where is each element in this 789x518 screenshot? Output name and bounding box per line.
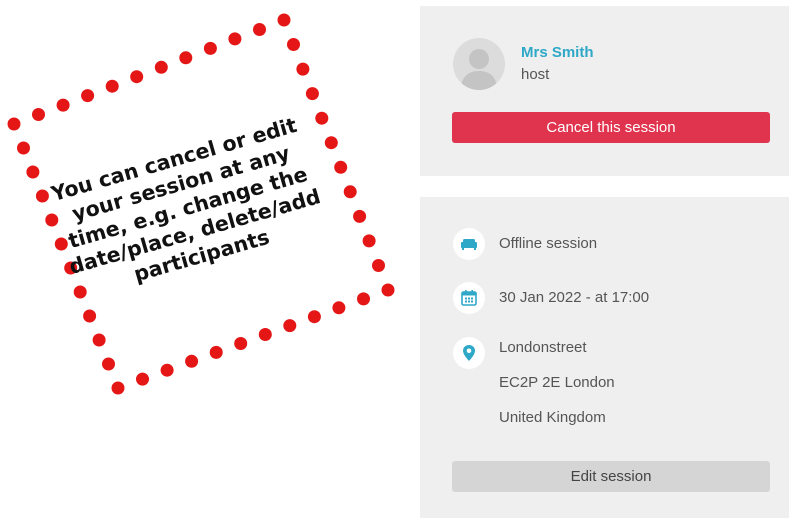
border-dot [332, 301, 346, 315]
border-dot [209, 345, 223, 359]
border-dot [234, 337, 248, 350]
border-dot [287, 38, 300, 51]
border-dot [203, 41, 217, 55]
session-details-card: Offline session 30 Jan 2022 - at 17:00 L… [420, 197, 789, 518]
host-role: host [521, 66, 550, 83]
border-dot [305, 87, 319, 101]
border-dot [56, 98, 70, 112]
host-name[interactable]: Mrs Smith [521, 44, 594, 61]
cancel-session-button[interactable]: Cancel this session [452, 112, 770, 143]
border-dot [372, 259, 385, 272]
annotation-callout: You can cancel or edit your session at a… [0, 0, 410, 410]
edit-session-button[interactable]: Edit session [452, 461, 770, 492]
border-dot [357, 292, 370, 306]
map-pin-icon [453, 337, 485, 369]
border-dot [160, 363, 174, 377]
border-dot [185, 354, 199, 368]
address-city: EC2P 2E London [499, 374, 615, 391]
address-street: Londonstreet [499, 339, 587, 356]
calendar-icon [453, 282, 485, 314]
border-dot [353, 209, 367, 223]
border-dot [315, 111, 329, 125]
border-dot [154, 60, 168, 74]
border-dot [334, 160, 348, 174]
border-dot [381, 283, 395, 297]
border-dot [17, 141, 30, 155]
border-dot [179, 51, 193, 65]
border-dot [258, 328, 272, 341]
border-dot [343, 185, 357, 199]
session-page: You can cancel or edit your session at a… [0, 0, 789, 518]
border-dot [92, 333, 106, 347]
border-dot [81, 89, 95, 103]
host-card: Mrs Smith host Cancel this session [420, 6, 789, 176]
session-date-time: 30 Jan 2022 - at 17:00 [499, 289, 650, 306]
session-type: Offline session [499, 235, 598, 252]
sofa-icon [453, 228, 485, 260]
border-dot [83, 309, 97, 323]
border-dot [136, 372, 149, 386]
border-dot [105, 79, 119, 93]
border-dot [7, 117, 21, 131]
border-dot [277, 13, 291, 27]
address-country: United Kingdom [499, 409, 606, 426]
border-dot [111, 381, 125, 395]
border-dot [307, 310, 321, 324]
border-dot [32, 108, 45, 121]
border-dot [102, 357, 115, 371]
border-dot [228, 32, 242, 46]
border-dot [362, 234, 376, 248]
border-dot [253, 23, 266, 36]
border-dot [324, 136, 338, 150]
border-dot [26, 165, 40, 179]
user-silhouette-icon [453, 38, 505, 90]
border-dot [130, 70, 144, 84]
border-dot [283, 319, 297, 333]
border-dot [296, 62, 310, 76]
